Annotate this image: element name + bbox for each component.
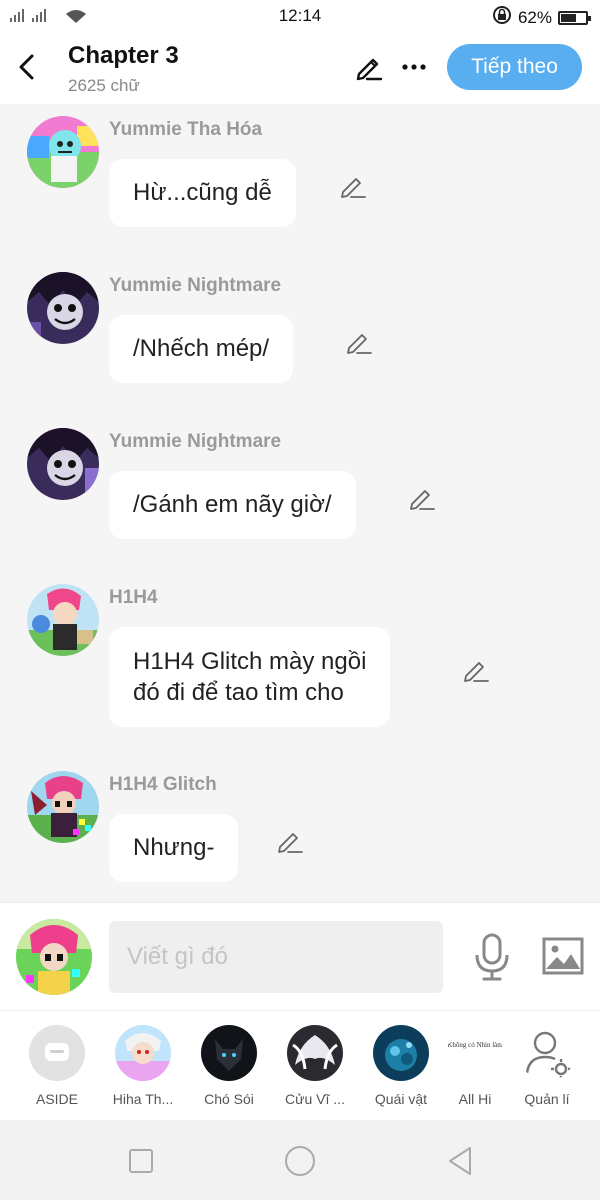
- battery-percent: 62%: [517, 7, 552, 27]
- character-cho-soi[interactable]: Chó Sói: [190, 1025, 268, 1117]
- system-nav-bar: [0, 1120, 600, 1200]
- edit-message-button[interactable]: [276, 827, 304, 855]
- rotation-lock-icon: [492, 5, 512, 30]
- character-hiha[interactable]: Hiha Th...: [104, 1025, 182, 1117]
- circle-icon: [285, 1146, 315, 1176]
- avatar-yummie-tha-hoa[interactable]: [27, 116, 99, 188]
- home-button[interactable]: [283, 1144, 317, 1178]
- next-chapter-button[interactable]: Tiếp theo: [447, 44, 582, 90]
- character-cuu-vi[interactable]: Cửu Vĩ ...: [276, 1025, 354, 1117]
- avatar-h1h4-glitch[interactable]: [27, 771, 99, 843]
- message-text: Hừ...cũng dễ: [133, 179, 272, 206]
- message-sender: Yummie Nightmare: [109, 431, 282, 452]
- character-name: ASIDE: [35, 1091, 78, 1107]
- more-options-button[interactable]: [400, 52, 428, 82]
- manage-characters-button[interactable]: Quản lí: [508, 1025, 586, 1117]
- edit-message-button[interactable]: [339, 172, 367, 200]
- pencil-icon: [347, 334, 372, 354]
- edit-chapter-button[interactable]: [354, 52, 384, 82]
- character-avatar: [373, 1025, 429, 1081]
- back-button[interactable]: [12, 50, 42, 84]
- chapter-header: Chapter 3 2625 chữ Tiếp theo: [0, 32, 600, 104]
- back-nav-button[interactable]: [444, 1144, 478, 1178]
- recents-button[interactable]: [124, 1144, 158, 1178]
- chat-bubble-icon: [45, 1043, 69, 1061]
- pencil-icon: [341, 178, 366, 198]
- avatar-yummie-nightmare[interactable]: [27, 272, 99, 344]
- character-avatar: [201, 1025, 257, 1081]
- character-name: Hiha Th...: [112, 1091, 174, 1107]
- pencil-icon: [464, 662, 489, 682]
- message-text: Nhưng-: [133, 834, 215, 861]
- edit-message-button[interactable]: [345, 328, 373, 356]
- battery-icon: [558, 10, 591, 25]
- message-sender: Yummie Nightmare: [109, 275, 282, 296]
- image-upload-button[interactable]: [542, 937, 584, 975]
- avatar-h1h4[interactable]: [27, 584, 99, 656]
- message-bubble[interactable]: Hừ...cũng dễ: [109, 159, 296, 227]
- current-character-avatar[interactable]: [16, 919, 92, 995]
- avatar-yummie-nightmare[interactable]: [27, 428, 99, 500]
- character-aside[interactable]: ASIDE: [18, 1025, 96, 1117]
- word-count: 2625 chữ: [68, 76, 140, 95]
- message-sender: Yummie Tha Hóa: [109, 119, 263, 140]
- message-sender: H1H4: [109, 587, 158, 608]
- character-name: Quản lí: [524, 1091, 570, 1107]
- character-name: Quái vật: [374, 1091, 428, 1107]
- character-name: Cửu Vĩ ...: [285, 1091, 345, 1107]
- edit-message-button[interactable]: [462, 656, 490, 684]
- user-settings-icon: [519, 1025, 575, 1081]
- message-input[interactable]: [109, 921, 443, 993]
- character-avatar: Không có Nhìn làm: [447, 1025, 503, 1081]
- pencil-icon: [356, 58, 383, 81]
- voice-input-button[interactable]: [474, 933, 510, 981]
- square-icon: [129, 1149, 153, 1173]
- message-bubble[interactable]: /Nhếch mép/: [109, 315, 294, 383]
- character-all-hi[interactable]: Không có Nhìn làm All Hi: [436, 1025, 514, 1117]
- message-sender: H1H4 Glitch: [109, 774, 217, 795]
- character-name: All Hi: [458, 1091, 492, 1107]
- character-avatar: [115, 1025, 171, 1081]
- message-text-line: H1H4 Glitch mày ngồi: [133, 648, 367, 675]
- pencil-icon: [410, 490, 435, 510]
- status-bar: 12:14 62%: [0, 0, 600, 32]
- message-text-line: đó đi để tao tìm cho: [133, 679, 344, 706]
- message-bubble[interactable]: /Gánh em nãy giờ/: [109, 471, 356, 539]
- message-text: /Nhếch mép/: [133, 335, 270, 362]
- character-name: Chó Sói: [204, 1091, 254, 1107]
- message-bubble[interactable]: H1H4 Glitch mày ngồi đó đi để tao tìm ch…: [109, 627, 391, 727]
- microphone-icon: [475, 933, 509, 981]
- chat-thread[interactable]: Yummie Tha Hóa Hừ...cũng dễ Yummie Night…: [0, 104, 600, 902]
- composer-bar: [0, 902, 600, 1010]
- chapter-title: Chapter 3: [68, 42, 179, 69]
- message-text: /Gánh em nãy giờ/: [133, 491, 332, 518]
- character-bar: ASIDE Hiha Th... Chó Sói Cửu Vĩ ... Quái…: [0, 1010, 600, 1120]
- character-avatar: [287, 1025, 343, 1081]
- triangle-back-icon: [449, 1147, 471, 1175]
- pencil-icon: [278, 833, 303, 853]
- aside-avatar: [29, 1025, 85, 1081]
- image-icon: [542, 937, 584, 975]
- character-quai-vat[interactable]: Quái vật: [362, 1025, 440, 1117]
- message-bubble[interactable]: Nhưng-: [109, 814, 239, 882]
- edit-message-button[interactable]: [408, 484, 436, 512]
- chevron-left-icon: [19, 54, 34, 80]
- avatar-caption: Không có Nhìn làm: [447, 1041, 503, 1049]
- more-dots-icon: [402, 64, 426, 70]
